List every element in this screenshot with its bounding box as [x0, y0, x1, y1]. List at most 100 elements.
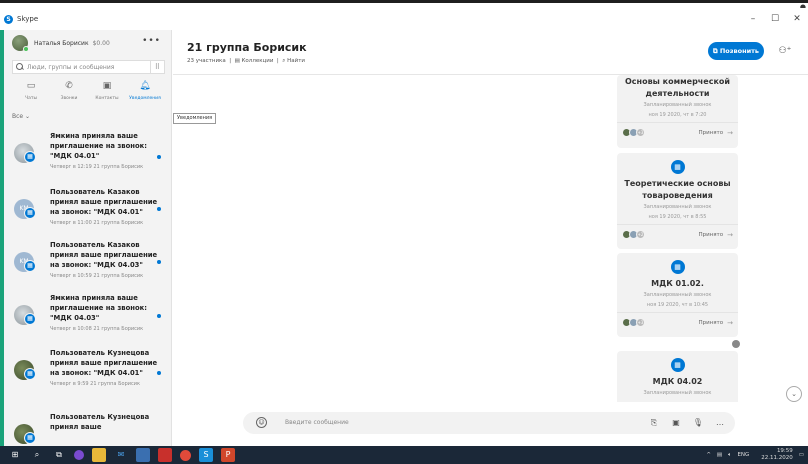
notification-text: Ямкина приняла ваше приглашение на звоно… [50, 294, 147, 322]
card-date: ноя 19 2020, чт в 10:45 [646, 302, 709, 308]
list-item[interactable]: ▦ Пользователь Кузнецова принял ваше при… [4, 348, 171, 412]
search-input[interactable]: Люди, группы и сообщения [27, 64, 114, 71]
card-title: Основы коммерческой деятельности [625, 77, 730, 98]
search-box[interactable]: Люди, группы и сообщения ⠿ [12, 60, 165, 74]
clock[interactable]: 19:59 22.11.2020 [755, 448, 793, 462]
yandex-browser-icon[interactable] [180, 449, 191, 461]
chat-title[interactable]: 21 группа Борисик [187, 41, 307, 54]
attach-file-icon[interactable]: ⎘ [646, 415, 662, 431]
online-status-icon [23, 46, 29, 52]
unread-dot-icon [157, 260, 161, 264]
emoji-icon[interactable]: ☺ [256, 417, 267, 428]
add-participant-icon[interactable]: ⚇⁺ [776, 42, 794, 60]
arrow-right-icon[interactable]: → [727, 129, 733, 137]
card-date: ноя 19 2020, чт в 7:20 [648, 112, 707, 118]
pdf-icon[interactable] [158, 448, 172, 462]
chat-subtitle: 23 участника | ▤ Коллекции | ⌕ Найти [187, 58, 305, 64]
filter-label: Все [12, 113, 24, 120]
windows-start-icon[interactable]: ⊞ [8, 448, 22, 462]
tab-label: Уведомления [129, 96, 161, 101]
unread-dot-icon [157, 155, 161, 159]
contacts-icon: ▣ [102, 81, 112, 91]
notification-text: Пользователь Казаков принял ваше приглаш… [50, 188, 158, 216]
notification-text: Пользователь Кузнецова принял ваше [50, 413, 150, 431]
calendar-badge-icon: ▦ [24, 207, 36, 219]
maximize-button[interactable]: ☐ [764, 8, 786, 30]
unread-dot-icon [157, 207, 161, 211]
attendee-avatars: +3 [622, 318, 645, 327]
notification-meta: Четверг в 10:59 21 группа Борисик [50, 273, 144, 279]
attendee-avatars: +3 [622, 128, 645, 137]
search-icon[interactable]: ⌕ [30, 448, 44, 462]
nav-tabs: ▭ Чаты ✆ Звонки ▣ Контакты 🔔︎ Уведомлени… [4, 81, 171, 101]
card-title: Теоретические основы товароведения [624, 179, 731, 200]
browser-icon[interactable] [74, 450, 84, 460]
tab-calls[interactable]: ✆ Звонки [50, 81, 88, 101]
card-title: МДК 04.02 [652, 377, 703, 386]
avatar[interactable] [12, 35, 29, 52]
list-item[interactable]: KM ▦ Пользователь Казаков принял ваше пр… [4, 187, 171, 240]
search-icon: ⌕ [282, 58, 286, 64]
calendar-icon: ▦ [670, 160, 685, 174]
more-options-icon[interactable]: … [712, 415, 728, 431]
participants-link[interactable]: 23 участника [187, 58, 226, 64]
close-button[interactable]: ✕ [786, 8, 808, 30]
more-options-icon[interactable]: ••• [142, 36, 161, 46]
tab-chats[interactable]: ▭ Чаты [12, 81, 50, 101]
scheduled-call-card[interactable]: Основы коммерческой деятельности Заплани… [617, 75, 738, 148]
scheduled-call-card[interactable]: ▦ Теоретические основы товароведения Зап… [617, 153, 738, 249]
message-composer[interactable]: ☺ Введите сообщение ⎘ ▣ 🎙︎ … [243, 412, 735, 434]
list-item[interactable]: ▦ Ямкина приняла ваше приглашение на зво… [4, 293, 171, 348]
attendee-count: +2 [636, 230, 645, 239]
minimize-button[interactable]: – [742, 8, 764, 30]
call-button[interactable]: ⧉ Позвонить [708, 42, 764, 60]
filter-dropdown[interactable]: Все ⌄ [4, 113, 171, 120]
arrow-right-icon[interactable]: → [727, 319, 733, 327]
file-explorer-icon[interactable] [92, 448, 106, 462]
powerpoint-icon[interactable]: P [221, 448, 235, 462]
list-item[interactable]: KM ▦ Пользователь Казаков принял ваше пр… [4, 240, 171, 293]
microphone-icon[interactable]: 🎙︎ [690, 415, 706, 431]
skype-taskbar-icon[interactable]: S [199, 448, 213, 462]
accepted-status: Принято [698, 231, 724, 238]
tab-label: Чаты [24, 96, 38, 101]
window-title: Skype [17, 15, 39, 23]
card-subtitle: Запланированный звонок [643, 390, 712, 396]
list-item[interactable]: ▦ Ямкина приняла ваше приглашение на зво… [4, 131, 171, 187]
message-input[interactable]: Введите сообщение [285, 419, 349, 426]
video-call-icon: ⧉ [712, 47, 718, 55]
find-link[interactable]: Найти [287, 58, 305, 64]
mail-icon[interactable]: ✉ [114, 448, 128, 462]
notification-center-icon[interactable]: ▭ [799, 452, 804, 458]
volume-icon[interactable]: 🔈︎ [728, 452, 731, 459]
calendar-icon: ▦ [670, 260, 685, 274]
tab-notifications[interactable]: 🔔︎ Уведомления [126, 81, 164, 101]
collection-link[interactable]: Коллекции [242, 58, 274, 64]
contact-card-icon[interactable]: ▣ [668, 415, 684, 431]
gallery-icon: ▤ [234, 58, 240, 64]
chevron-down-icon: ⌄ [25, 113, 31, 120]
clock-date: 22.11.2020 [761, 455, 793, 461]
list-item[interactable]: ▦ Пользователь Кузнецова принял ваше [4, 412, 171, 444]
card-title: МДК 01.02. [651, 279, 704, 288]
task-view-icon[interactable]: ⧉ [52, 448, 66, 462]
lang-indicator[interactable]: ENG [737, 452, 749, 458]
skype-logo-icon: S [4, 14, 13, 24]
profile-header[interactable]: Наталья Борисик $0.00 ••• [4, 30, 171, 56]
notification-meta: Четверг в 12:19 21 группа Борисик [50, 164, 144, 170]
arrow-right-icon[interactable]: → [727, 231, 733, 239]
network-icon[interactable]: ▤ [717, 452, 722, 458]
calendar-badge-icon: ▦ [24, 151, 36, 163]
dialpad-icon[interactable]: ⠿ [150, 60, 164, 74]
store-icon[interactable] [136, 448, 150, 462]
unread-dot-icon [157, 314, 161, 318]
tooltip: Уведомления [173, 113, 217, 124]
scroll-down-button[interactable]: ⌄ [786, 386, 802, 402]
top-edge: ● [0, 0, 808, 11]
card-footer: +2 Принято → [617, 224, 738, 244]
scheduled-call-card[interactable]: ▦ МДК 04.02 Запланированный звонок [617, 351, 738, 402]
chevron-up-icon[interactable]: ^ [706, 452, 711, 458]
card-footer: +3 Принято → [617, 122, 738, 142]
tab-contacts[interactable]: ▣ Контакты [88, 81, 126, 101]
scheduled-call-card[interactable]: ▦ МДК 01.02. Запланированный звонок ноя … [617, 253, 738, 337]
